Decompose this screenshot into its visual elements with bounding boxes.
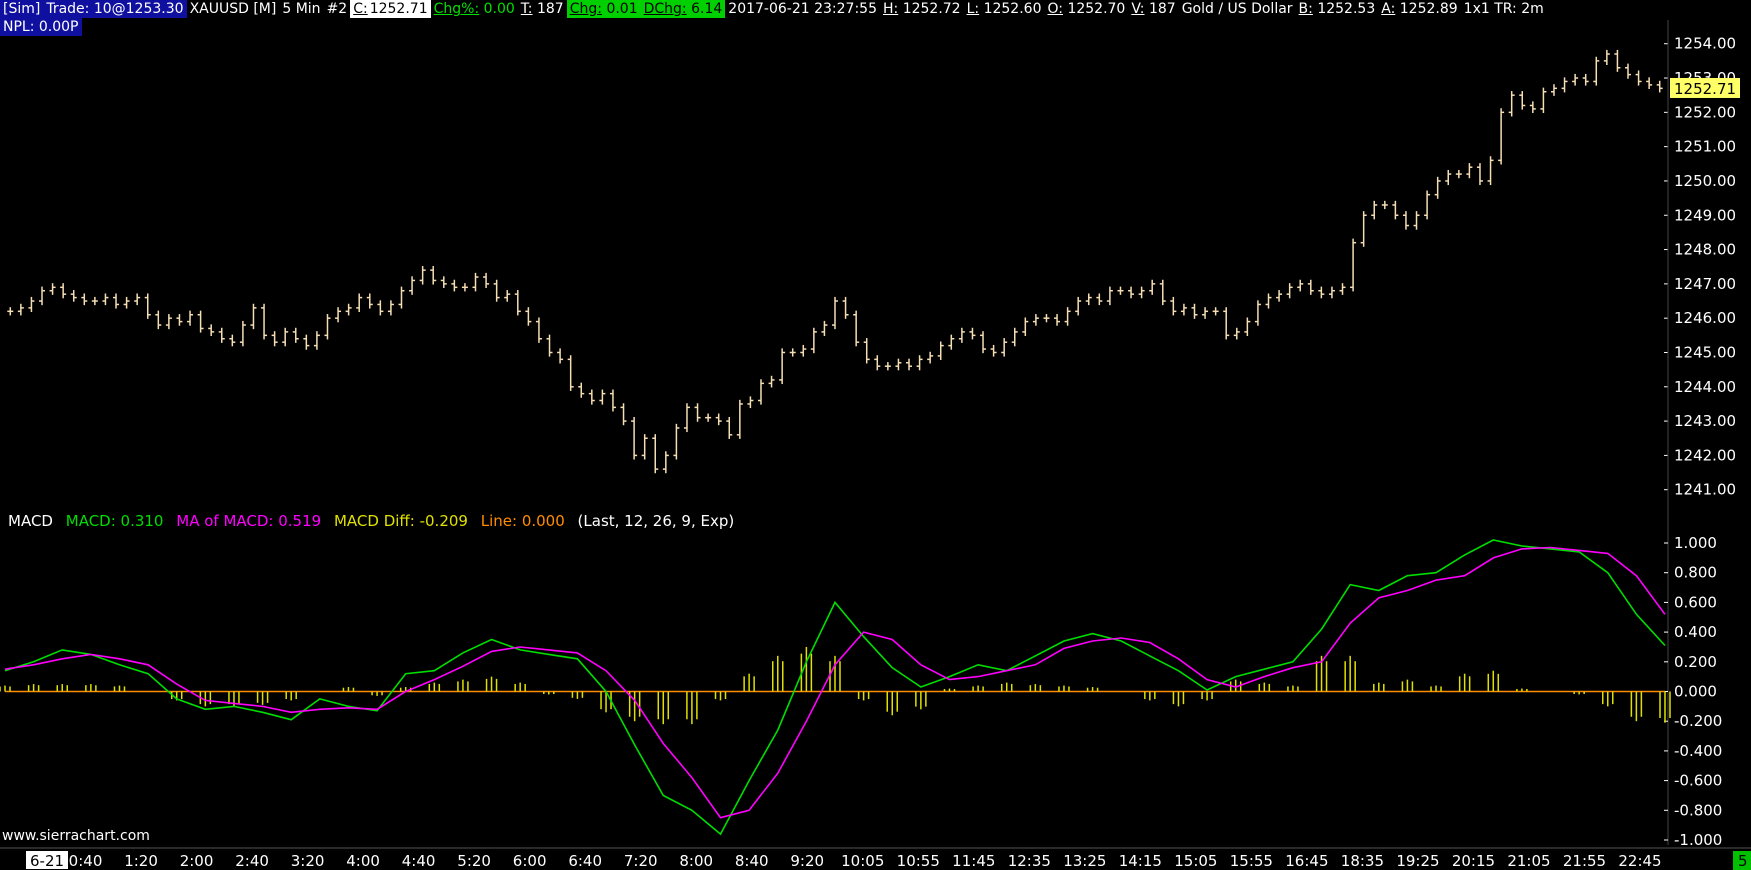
symbol: XAUUSD [M] xyxy=(189,1,277,17)
macd-legend-line: Line: 0.000 xyxy=(480,512,565,530)
macd-axis-label: 1.000 xyxy=(1674,534,1717,552)
macd-legend: MACD MACD: 0.310 MA of MACD: 0.519 MACD … xyxy=(8,512,742,530)
price-axis-label: 1246.00 xyxy=(1674,309,1736,327)
macd-axis-label: 0.800 xyxy=(1674,564,1717,582)
chart-number: #2 xyxy=(326,1,348,17)
footer-badge-label: 5 xyxy=(1738,852,1748,870)
x-axis-label: 21:05 xyxy=(1507,852,1550,870)
macd-legend-macd: MACD: 0.310 xyxy=(65,512,164,530)
x-axis-label: 9:20 xyxy=(790,852,824,870)
macd-axis-label: -0.800 xyxy=(1674,801,1722,819)
npl-badge: NPL: 0.00P xyxy=(0,18,82,36)
macd-legend-diff: MACD Diff: -0.209 xyxy=(333,512,468,530)
chg-value: Chg: 0.01 xyxy=(566,0,641,18)
chart-canvas[interactable]: 1254.001253.001252.001251.001250.001249.… xyxy=(0,0,1751,870)
bid-value: B: 1252.53 xyxy=(1298,1,1376,17)
x-axis-label: 0:40 xyxy=(69,852,103,870)
timeframe: 5 Min xyxy=(282,1,321,17)
x-axis-label: 7:20 xyxy=(624,852,658,870)
x-axis-label: 6:00 xyxy=(513,852,547,870)
x-axis-label: 4:40 xyxy=(402,852,436,870)
macd-axis-label: 0.200 xyxy=(1674,653,1717,671)
x-axis-label: 10:55 xyxy=(897,852,940,870)
x-axis-label: 22:45 xyxy=(1618,852,1661,870)
price-axis-label: 1242.00 xyxy=(1674,446,1736,464)
open-value: O: 1252.70 xyxy=(1047,1,1126,17)
sim-badge[interactable]: [Sim] xyxy=(0,0,44,18)
x-axis-label: 14:15 xyxy=(1119,852,1162,870)
price-axis-label: 1241.00 xyxy=(1674,481,1736,499)
macd-axis-label: -1.000 xyxy=(1674,831,1722,849)
watermark: www.sierrachart.com xyxy=(2,828,150,844)
dchg-value: DChg: 6.14 xyxy=(640,0,726,18)
price-axis-label: 1251.00 xyxy=(1674,138,1736,156)
description: Gold / US Dollar xyxy=(1181,1,1293,17)
x-axis-label: 3:20 xyxy=(291,852,325,870)
chgpct-value: Chg%: 0.00 xyxy=(433,1,515,17)
x-axis-label: 18:35 xyxy=(1341,852,1384,870)
x-axis-label: 15:55 xyxy=(1230,852,1273,870)
price-axis-label: 1252.00 xyxy=(1674,103,1736,121)
x-axis-label: 8:40 xyxy=(735,852,769,870)
price-axis-label: 1245.00 xyxy=(1674,343,1736,361)
price-axis-label: 1248.00 xyxy=(1674,241,1736,259)
macd-legend-params: (Last, 12, 26, 9, Exp) xyxy=(577,512,735,530)
x-axis-label: 2:40 xyxy=(235,852,269,870)
macd-axis-label: -0.200 xyxy=(1674,712,1722,730)
high-value: H: 1252.72 xyxy=(882,1,961,17)
misc-info: 1x1 TR: 2m xyxy=(1463,1,1544,17)
x-axis-label: 16:45 xyxy=(1285,852,1328,870)
x-axis-label: 6-21 xyxy=(30,852,64,870)
macd-legend-ma: MA of MACD: 0.519 xyxy=(176,512,322,530)
trade-info: Trade: 10@1253.30 xyxy=(43,0,187,18)
x-axis-label: 15:05 xyxy=(1174,852,1217,870)
macd-axis-label: -0.400 xyxy=(1674,742,1722,760)
price-axis-label: 1243.00 xyxy=(1674,412,1736,430)
x-axis-label: 12:35 xyxy=(1008,852,1051,870)
x-axis-label: 2:00 xyxy=(180,852,214,870)
volume-value: V: 187 xyxy=(1131,1,1176,17)
price-axis-label: 1244.00 xyxy=(1674,378,1736,396)
price-axis-label: 1250.00 xyxy=(1674,172,1736,190)
macd-legend-name: MACD xyxy=(8,512,53,530)
x-axis-label: 19:25 xyxy=(1396,852,1439,870)
macd-axis-label: 0.400 xyxy=(1674,623,1717,641)
x-axis-label: 6:40 xyxy=(568,852,602,870)
chart-root: 1254.001253.001252.001251.001250.001249.… xyxy=(0,0,1751,870)
last-price-label: 1252.71 xyxy=(1674,80,1736,98)
ticks-value: T: 187 xyxy=(520,1,564,17)
x-axis-label: 20:15 xyxy=(1452,852,1495,870)
x-axis-label: 10:05 xyxy=(841,852,884,870)
x-axis-label: 4:00 xyxy=(346,852,380,870)
macd-axis-label: 0.600 xyxy=(1674,593,1717,611)
macd-axis-label: 0.000 xyxy=(1674,683,1717,701)
macd-axis-label: -0.600 xyxy=(1674,772,1722,790)
x-axis-label: 5:20 xyxy=(457,852,491,870)
price-axis-label: 1247.00 xyxy=(1674,275,1736,293)
x-axis-label: 1:20 xyxy=(124,852,158,870)
low-value: L: 1252.60 xyxy=(966,1,1042,17)
x-axis-label: 8:00 xyxy=(679,852,713,870)
datetime: 2017-06-21 23:27:55 xyxy=(728,1,877,17)
price-axis-label: 1249.00 xyxy=(1674,206,1736,224)
x-axis-label: 21:55 xyxy=(1563,852,1606,870)
x-axis-label: 13:25 xyxy=(1063,852,1106,870)
x-axis-label: 11:45 xyxy=(952,852,995,870)
price-axis-label: 1254.00 xyxy=(1674,35,1736,53)
close-value: C: 1252.71 xyxy=(350,0,431,18)
ask-value: A: 1252.89 xyxy=(1381,1,1458,17)
chart-header: [Sim] Trade: 10@1253.30 XAUUSD [M] 5 Min… xyxy=(0,0,1547,18)
